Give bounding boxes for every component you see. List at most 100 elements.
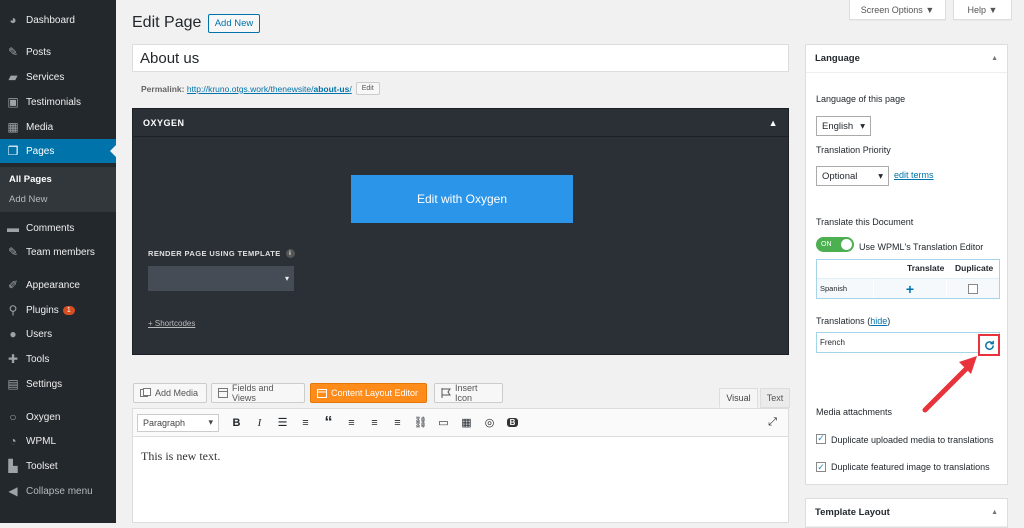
menu-posts[interactable]: ✎ Posts [0,40,116,64]
render-template-label: RENDER PAGE USING TEMPLATE i [148,249,295,258]
page-title: Edit Page [132,14,202,31]
brush-icon: ✐ [7,278,19,292]
submenu-all-pages[interactable]: All Pages [9,174,52,185]
language-header: Language ▲ [806,45,1007,73]
fields-and-views-button[interactable]: Fields and Views [211,383,305,403]
add-new-button[interactable]: Add New [208,14,260,33]
add-translation-plus-icon[interactable]: + [874,279,946,298]
dup-featured-checkbox[interactable]: ✓ [816,462,826,472]
align-center-icon[interactable]: ≡ [363,413,386,433]
menu-testimonials[interactable]: ▣ Testimonials [0,90,116,114]
translation-priority-select[interactable]: Optional ▾ [816,166,889,186]
help-button[interactable]: Help ▼ [953,0,1012,20]
collapse-arrow-icon[interactable]: ▲ [991,55,998,62]
plugin-icon: ⚲ [8,303,18,317]
editor-content[interactable]: This is new text. [133,437,788,476]
menu-collapse[interactable]: ◀ Collapse menu [0,479,116,503]
folder-icon: ▰ [8,70,18,84]
menu-wpml[interactable]: ◔ WPML [0,429,116,453]
read-more-icon[interactable]: ▭ [432,413,455,433]
page-language-select[interactable]: English ▾ [816,116,871,136]
add-media-button[interactable]: Add Media [133,383,207,403]
fullscreen-icon[interactable]: ⤢ [761,413,784,433]
tab-visual[interactable]: Visual [719,388,758,408]
insert-icon-button[interactable]: Insert Icon [434,383,503,403]
permalink-edit-button[interactable]: Edit [355,82,380,95]
menu-comments[interactable]: ▬ Comments [0,216,116,240]
menu-appearance[interactable]: ✐ Appearance [0,273,116,297]
permalink-label: Permalink: [141,83,185,94]
collapse-arrow-icon[interactable]: ▲ [991,509,998,516]
hide-link[interactable]: hide [870,316,887,326]
menu-team-members[interactable]: ✎ Team members [0,240,116,264]
row-language-spanish: Spanish [817,279,873,298]
caret-down-icon: ▾ [878,170,883,182]
dashboard-icon: ◕ [9,13,17,27]
translate-document-label: Translate this Document [816,217,914,227]
layout-icon [317,388,327,398]
menu-tools[interactable]: ✚ Tools [0,347,116,371]
comment-icon: ▬ [7,221,19,235]
italic-button[interactable]: I [248,413,271,433]
annotation-arrow [922,356,977,413]
caret-down-icon: ▾ [284,274,289,283]
content-editor: Paragraph ▾ B I ☰ ≡ “ ≡ ≡ ≡ ⛓ ▭ ▦ ◎ B ⤢ T… [132,408,789,523]
duplicate-checkbox[interactable] [968,283,978,294]
oxygen-metabox: OXYGEN ▲ Edit with Oxygen RENDER PAGE USI… [132,108,789,355]
collapse-icon: ◀ [8,484,18,498]
admin-sidebar: ◕ Dashboard ✎ Posts ▰ Services ▣ Testimonial… [0,0,116,523]
menu-users[interactable]: ● Users [0,322,116,346]
menu-settings[interactable]: ▤ Settings [0,372,116,396]
media-attachments-label: Media attachments [816,407,893,417]
bullet-list-icon[interactable]: ☰ [271,413,294,433]
dup-media-checkbox[interactable]: ✓ [816,433,826,444]
toolset-icon: ▙ [8,459,18,473]
oxygen-icon: ○ [9,410,17,424]
editor-toolbar: Paragraph ▾ B I ☰ ≡ “ ≡ ≡ ≡ ⛓ ▭ ▦ ◎ B ⤢ [133,409,788,437]
settings-icon: ▤ [7,377,19,391]
menu-dashboard[interactable]: ◕ Dashboard [0,8,116,32]
shortcodes-link[interactable]: + Shortcodes [148,319,195,328]
dup-media-option[interactable]: ✓ Duplicate uploaded media to translation… [816,433,1006,447]
caret-down-icon: ▾ [860,120,865,132]
format-select[interactable]: Paragraph ▾ [137,413,219,432]
fields-icon [218,388,228,398]
menu-services[interactable]: ▰ Services [0,65,116,89]
numbered-list-icon[interactable]: ≡ [294,413,317,433]
media-icon: ▦ [7,120,19,134]
link-icon[interactable]: ⛓ [409,413,432,433]
flag-icon [441,388,451,398]
permalink-link[interactable]: http://kruno.otgs.work/thenewsite/about-… [187,84,352,94]
translation-editor-toggle[interactable]: ON [816,237,854,252]
menu-oxygen[interactable]: ○ Oxygen [0,405,116,429]
post-title-input[interactable]: About us [132,44,789,72]
update-count-badge: 1 [62,305,75,315]
align-left-icon[interactable]: ≡ [340,413,363,433]
translation-table: Translate Duplicate Spanish + [816,259,1000,299]
keyboard-icon[interactable]: ▦ [455,413,478,433]
align-right-icon[interactable]: ≡ [386,413,409,433]
caret-down-icon: ▼ [988,4,998,15]
menu-pages[interactable]: ❐ Pages [0,139,116,163]
edit-terms-link[interactable]: edit terms [894,170,934,180]
permalink-row: Permalink: http://kruno.otgs.work/thenew… [141,82,380,95]
content-layout-editor-button[interactable]: Content Layout Editor [310,383,427,403]
tab-text[interactable]: Text [760,388,790,408]
user-icon: ● [9,327,17,341]
edit-with-oxygen-button[interactable]: Edit with Oxygen [351,175,573,223]
col-translate: Translate [907,263,945,273]
blockquote-button[interactable]: “ [317,413,340,433]
template-select[interactable]: ▾ [148,266,294,291]
dup-featured-option[interactable]: ✓ Duplicate featured image to translation… [816,462,990,472]
menu-toolset[interactable]: ▙ Toolset [0,454,116,478]
bootstrap-icon[interactable]: B [501,413,524,433]
menu-media[interactable]: ▦ Media [0,115,116,139]
screen-options-button[interactable]: Screen Options ▼ [849,0,946,20]
bold-button[interactable]: B [225,413,248,433]
toolset-shortcode-icon[interactable]: ◎ [478,413,501,433]
collapse-arrow-icon[interactable]: ▲ [769,118,778,128]
translations-label: Translations (hide) [816,316,891,326]
submenu-add-new[interactable]: Add New [9,194,48,205]
menu-plugins[interactable]: ⚲ Plugins 1 [0,298,116,322]
testimonial-icon: ▣ [7,95,19,109]
